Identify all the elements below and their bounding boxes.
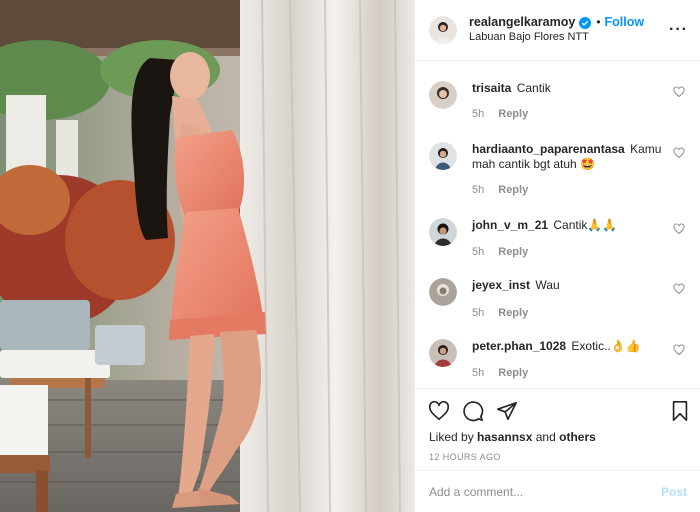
post-actions: Liked by hasannsx and others 12 HOURS AG… xyxy=(415,388,700,470)
comment-time: 5h xyxy=(472,367,485,379)
post-comment-button[interactable]: Post xyxy=(661,485,687,499)
commenter-avatar[interactable] xyxy=(429,142,457,170)
reply-button[interactable]: Reply xyxy=(498,184,528,196)
comment-meta: 5h Reply xyxy=(472,307,542,319)
commenter-avatar[interactable] xyxy=(429,278,457,306)
comment-body: john_v_m_21 Cantik🙏🙏 xyxy=(472,218,672,233)
comment-text: Cantik🙏🙏 xyxy=(553,218,618,232)
add-comment-input[interactable] xyxy=(429,484,661,499)
reply-button[interactable]: Reply xyxy=(498,108,528,120)
comment-text: Wau xyxy=(535,278,560,292)
author-avatar[interactable] xyxy=(429,16,457,44)
commenter-username[interactable]: john_v_m_21 xyxy=(472,218,548,232)
author-username[interactable]: realangelkaramoy xyxy=(469,15,575,31)
commenter-avatar[interactable] xyxy=(429,218,457,246)
post-timestamp[interactable]: 12 HOURS AGO xyxy=(429,452,501,462)
like-comment-heart-icon[interactable] xyxy=(673,86,685,98)
like-comment-heart-icon[interactable] xyxy=(673,344,685,356)
commenter-username[interactable]: hardiaanto_paparenantasa xyxy=(472,142,625,156)
save-bookmark-button[interactable] xyxy=(669,400,691,422)
liked-by-user[interactable]: hasannsx xyxy=(477,430,532,444)
comment-meta: 5h Reply xyxy=(472,246,542,258)
action-icons-group xyxy=(428,400,518,422)
reply-button[interactable]: Reply xyxy=(498,246,528,258)
liked-by-others[interactable]: others xyxy=(559,430,596,444)
liked-by-and: and xyxy=(535,430,556,444)
comment-time: 5h xyxy=(472,246,485,258)
comment-body: jeyex_inst Wau xyxy=(472,278,672,293)
commenter-username[interactable]: trisaita xyxy=(472,81,511,95)
heart-icon[interactable] xyxy=(428,400,450,422)
comments-list: trisaita Cantik 5h Reply hardiaanto_papar… xyxy=(415,62,700,388)
comment-body: hardiaanto_paparenantasa Kamu mah cantik… xyxy=(472,142,672,172)
comment-text: Exotic..👌👍 xyxy=(571,339,641,353)
comment-meta: 5h Reply xyxy=(472,367,542,379)
post-location[interactable]: Labuan Bajo Flores NTT xyxy=(469,31,644,45)
share-icon[interactable] xyxy=(496,400,518,422)
commenter-avatar[interactable] xyxy=(429,81,457,109)
comment-time: 5h xyxy=(472,307,485,319)
post-sidebar: realangelkaramoy • Follow Labuan Bajo Fl… xyxy=(414,0,700,512)
post-photo[interactable] xyxy=(0,0,414,512)
commenter-username[interactable]: peter.phan_1028 xyxy=(472,339,566,353)
instagram-post-window: realangelkaramoy • Follow Labuan Bajo Fl… xyxy=(0,0,700,512)
comment-body: trisaita Cantik xyxy=(472,81,672,96)
commenter-username[interactable]: jeyex_inst xyxy=(472,278,530,292)
comment-time: 5h xyxy=(472,184,485,196)
follow-button[interactable]: Follow xyxy=(605,15,645,31)
add-comment-bar: Post xyxy=(415,470,700,512)
comment-time: 5h xyxy=(472,108,485,120)
comment-meta: 5h Reply xyxy=(472,184,542,196)
separator-dot: • xyxy=(596,15,601,30)
comment-icon[interactable] xyxy=(462,400,484,422)
author-info: realangelkaramoy • Follow Labuan Bajo Fl… xyxy=(469,15,644,45)
reply-button[interactable]: Reply xyxy=(498,367,528,379)
comment-text: Cantik xyxy=(516,81,551,95)
comment-body: peter.phan_1028 Exotic..👌👍 xyxy=(472,339,672,354)
bookmark-icon[interactable] xyxy=(669,400,691,422)
verified-badge-icon xyxy=(579,16,592,29)
author-line: realangelkaramoy • Follow xyxy=(469,15,644,31)
post-header: realangelkaramoy • Follow Labuan Bajo Fl… xyxy=(415,0,700,61)
photo-illustration xyxy=(0,0,414,512)
commenter-avatar[interactable] xyxy=(429,339,457,367)
more-options-button[interactable]: ··· xyxy=(669,21,688,39)
like-comment-heart-icon[interactable] xyxy=(673,147,685,159)
like-comment-heart-icon[interactable] xyxy=(673,223,685,235)
likes-summary: Liked by hasannsx and others xyxy=(429,430,596,444)
reply-button[interactable]: Reply xyxy=(498,307,528,319)
liked-by-prefix: Liked by xyxy=(429,430,474,444)
comment-meta: 5h Reply xyxy=(472,108,542,120)
like-comment-heart-icon[interactable] xyxy=(673,283,685,295)
